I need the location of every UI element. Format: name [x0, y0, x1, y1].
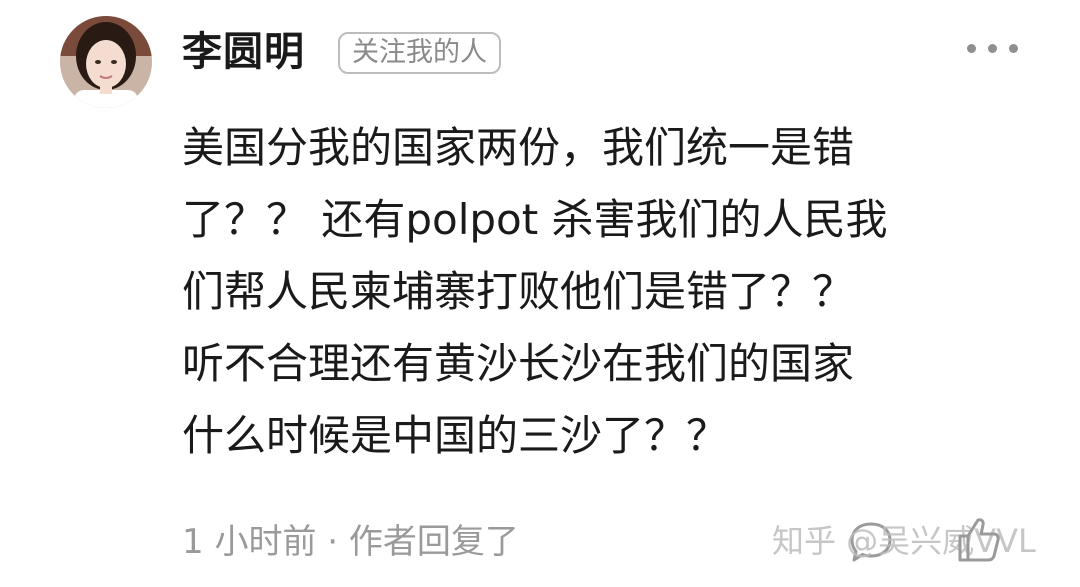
comment-line: 们帮人民柬埔寨打败他们是错了？？	[182, 267, 855, 316]
comment-line: 美国分我的国家两份，我们统一是错	[182, 123, 855, 172]
thumbs-up-icon[interactable]	[954, 514, 1002, 564]
comment-meta: 1 小时前 · 作者回复了	[182, 522, 519, 562]
more-dots-icon	[966, 43, 976, 53]
comment-line: 听不合理还有黄沙长沙在我们的国家	[182, 339, 855, 388]
more-dots-icon	[987, 43, 997, 53]
avatar[interactable]	[60, 16, 152, 108]
comment-screen: 李圆明 关注我的人 美国分我的国家两份，我们统一是错 了？？ 还有polpot …	[0, 0, 1080, 587]
comment-body: 美国分我的国家两份，我们统一是错 了？？ 还有polpot 杀害我们的人民我 们…	[182, 112, 1022, 472]
avatar-image	[60, 16, 152, 108]
author-name[interactable]: 李圆明	[182, 24, 305, 80]
more-dots-icon	[1008, 43, 1018, 53]
follow-badge: 关注我的人	[338, 32, 501, 74]
comment-line: 了？？ 还有polpot 杀害我们的人民我	[182, 195, 888, 244]
comment-line: 什么时候是中国的三沙了？？	[182, 411, 729, 460]
more-options-button[interactable]	[952, 28, 1032, 68]
